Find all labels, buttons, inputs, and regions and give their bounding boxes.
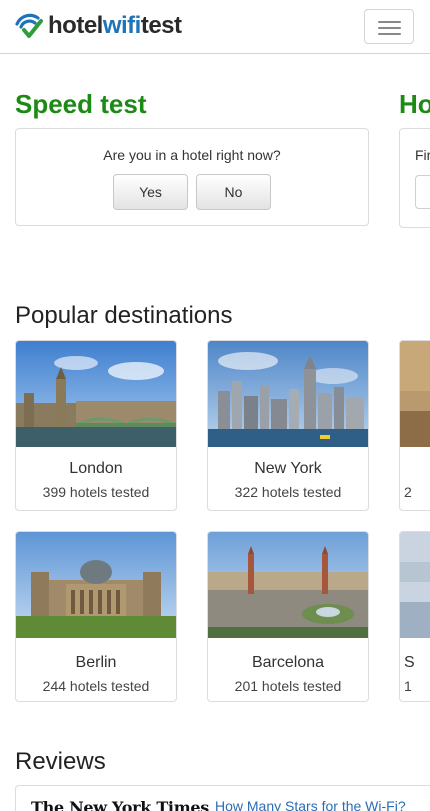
reviews-heading: Reviews bbox=[15, 748, 106, 775]
speed-test-panel: Are you in a hotel right now? Yes No bbox=[15, 128, 369, 226]
berlin-image bbox=[16, 532, 176, 638]
city-name: New York bbox=[254, 460, 322, 477]
yes-button[interactable]: Yes bbox=[113, 174, 188, 210]
hotels-tested-count: 201 hotels tested bbox=[234, 678, 342, 694]
wifi-check-logo-icon bbox=[15, 13, 43, 38]
page: hotelwifitest Speed test Are you in a ho… bbox=[0, 0, 430, 811]
partial-city-image-2 bbox=[400, 532, 430, 638]
hotels-tested-count: 322 hotels tested bbox=[234, 484, 342, 500]
hotels-tested-count: 244 hotels tested bbox=[42, 678, 150, 694]
hotel-search-panel: Fir bbox=[399, 128, 430, 228]
barcelona-image bbox=[208, 532, 368, 638]
london-image bbox=[16, 341, 176, 447]
review-panel: The New York Times How Many Stars for th… bbox=[15, 785, 430, 811]
destination-card-partial[interactable]: 2 bbox=[399, 340, 430, 511]
hotels-tested-count: 1 bbox=[404, 678, 412, 694]
hotel-search-heading: Ho bbox=[399, 89, 430, 119]
brand-link[interactable]: hotelwifitest bbox=[14, 10, 182, 42]
destination-card-barcelona[interactable]: Barcelona 201 hotels tested bbox=[207, 531, 369, 702]
destination-card-new-york[interactable]: New York 322 hotels tested bbox=[207, 340, 369, 511]
hotel-search-label: Fir bbox=[415, 147, 430, 163]
hamburger-icon-bar bbox=[378, 27, 401, 29]
hotel-search-input[interactable] bbox=[415, 175, 430, 209]
review-source-logo: The New York Times bbox=[31, 798, 209, 811]
hotels-tested-count: 2 bbox=[404, 484, 412, 500]
hotels-tested-count: 399 hotels tested bbox=[42, 484, 150, 500]
navbar: hotelwifitest bbox=[0, 0, 430, 54]
partial-city-image bbox=[400, 341, 430, 447]
hamburger-icon bbox=[378, 21, 401, 23]
new-york-image bbox=[208, 341, 368, 447]
hamburger-icon-bar bbox=[378, 33, 401, 35]
destination-card-partial-2[interactable]: S 1 bbox=[399, 531, 430, 702]
brand-name: hotelwifitest bbox=[48, 12, 182, 39]
no-button[interactable]: No bbox=[196, 174, 271, 210]
speed-test-heading: Speed test bbox=[15, 89, 147, 119]
destination-card-london[interactable]: London 399 hotels tested bbox=[15, 340, 177, 511]
city-name: Berlin bbox=[75, 654, 117, 671]
city-name: S bbox=[404, 654, 415, 671]
city-name: London bbox=[69, 460, 123, 477]
popular-destinations-heading: Popular destinations bbox=[15, 302, 233, 329]
hotel-question: Are you in a hotel right now? bbox=[103, 147, 281, 163]
destination-card-berlin[interactable]: Berlin 244 hotels tested bbox=[15, 531, 177, 702]
city-name: Barcelona bbox=[251, 654, 325, 671]
review-link[interactable]: How Many Stars for the Wi-Fi? bbox=[215, 798, 406, 811]
menu-toggle-button[interactable] bbox=[364, 9, 414, 44]
